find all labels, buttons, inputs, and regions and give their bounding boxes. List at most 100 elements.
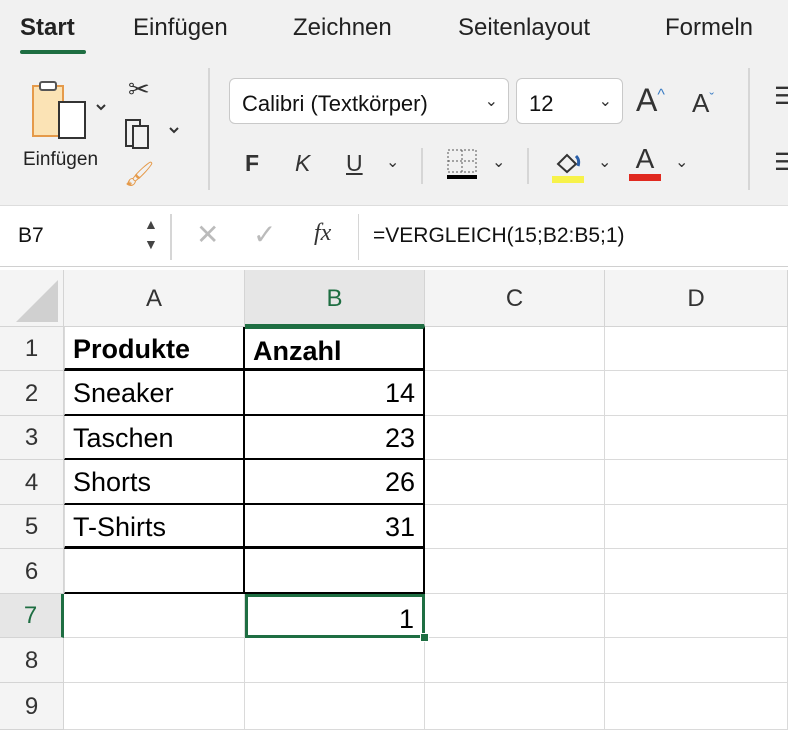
row-header-1[interactable]: 1	[0, 327, 64, 371]
cell-A7[interactable]	[64, 594, 245, 638]
cell-B6[interactable]	[245, 549, 425, 594]
formula-input[interactable]: =VERGLEICH(15;B2:B5;1)	[373, 224, 625, 248]
cell-A6[interactable]	[64, 549, 245, 594]
row-header-8[interactable]: 8	[0, 638, 64, 683]
row-header-2[interactable]: 2	[0, 371, 64, 416]
row-header-5[interactable]: 5	[0, 505, 64, 549]
chevron-down-icon: ⌄	[598, 93, 612, 110]
paste-label: Einfügen	[23, 149, 99, 170]
font-size-value: 12	[529, 91, 554, 116]
active-tab-indicator	[20, 50, 86, 54]
column-header-D[interactable]: D	[605, 270, 788, 327]
cell-B2[interactable]: 14	[245, 371, 425, 416]
chevron-down-icon[interactable]: ⌄	[492, 152, 505, 172]
borders-icon	[447, 149, 477, 179]
divider	[748, 68, 750, 190]
cell-D4[interactable]	[605, 460, 788, 505]
shrink-font-button[interactable]: Aˇ	[692, 88, 714, 119]
copy-button[interactable]	[124, 118, 184, 157]
cell-B9[interactable]	[245, 683, 425, 730]
cell-A4[interactable]: Shorts	[64, 460, 245, 505]
cell-B5[interactable]: 31	[245, 505, 425, 549]
cell-B4[interactable]: 26	[245, 460, 425, 505]
cell-A9[interactable]	[64, 683, 245, 730]
borders-button[interactable]	[447, 149, 481, 188]
align-icon[interactable]: ☰	[774, 82, 788, 111]
font-name-value: Calibri (Textkörper)	[242, 91, 428, 116]
confirm-icon[interactable]: ✓	[253, 218, 276, 251]
cell-D5[interactable]	[605, 505, 788, 549]
copy-icon	[125, 119, 179, 149]
chevron-down-icon[interactable]: ⌄	[675, 152, 688, 172]
formula-bar: B7 ▲ ▼ ✕ ✓ fx =VERGLEICH(15;B2:B5;1)	[0, 205, 788, 267]
cell-A2[interactable]: Sneaker	[64, 371, 245, 416]
name-box[interactable]: B7	[18, 224, 44, 248]
cell-A1[interactable]: Produkte	[64, 327, 245, 371]
cell-D8[interactable]	[605, 638, 788, 683]
row-header-9[interactable]: 9	[0, 683, 64, 730]
clipboard-icon	[32, 81, 106, 139]
cell-C3[interactable]	[425, 416, 605, 460]
italic-button[interactable]: K	[295, 150, 310, 177]
font-name-select[interactable]: Calibri (Textkörper) ⌄	[229, 78, 509, 124]
cell-B7[interactable]: 1	[245, 594, 425, 638]
ribbon-area: Start Einfügen Zeichnen Seitenlayout For…	[0, 0, 788, 205]
divider	[208, 68, 210, 190]
name-box-stepper[interactable]: ▲ ▼	[144, 214, 158, 254]
divider	[358, 214, 359, 260]
underline-button[interactable]: U	[346, 150, 363, 177]
cell-C1[interactable]	[425, 327, 605, 371]
chevron-down-icon[interactable]: ⌄	[386, 152, 399, 172]
cell-C5[interactable]	[425, 505, 605, 549]
cell-D2[interactable]	[605, 371, 788, 416]
tab-formeln[interactable]: Formeln	[665, 14, 753, 42]
tab-seitenlayout[interactable]: Seitenlayout	[458, 14, 590, 42]
cell-D6[interactable]	[605, 549, 788, 594]
row-header-7[interactable]: 7	[0, 594, 64, 638]
grow-font-button[interactable]: A^	[636, 82, 665, 119]
tab-zeichnen[interactable]: Zeichnen	[293, 14, 392, 42]
chevron-down-icon[interactable]: ⌄	[598, 152, 611, 172]
font-color-button[interactable]: A	[629, 144, 661, 181]
cell-B1[interactable]: Anzahl	[245, 327, 425, 371]
align-icon[interactable]: ☰	[774, 148, 788, 177]
cell-C9[interactable]	[425, 683, 605, 730]
cell-C8[interactable]	[425, 638, 605, 683]
cell-C7[interactable]	[425, 594, 605, 638]
font-size-select[interactable]: 12 ⌄	[516, 78, 623, 124]
cell-C2[interactable]	[425, 371, 605, 416]
cell-B3[interactable]: 23	[245, 416, 425, 460]
row-header-4[interactable]: 4	[0, 460, 64, 505]
cell-D7[interactable]	[605, 594, 788, 638]
bold-button[interactable]: F	[245, 150, 259, 177]
cell-D3[interactable]	[605, 416, 788, 460]
cut-icon[interactable]: ✂	[128, 74, 150, 105]
cell-D1[interactable]	[605, 327, 788, 371]
chevron-down-icon: ⌄	[484, 93, 498, 110]
divider	[421, 148, 423, 184]
cell-A8[interactable]	[64, 638, 245, 683]
column-header-A[interactable]: A	[64, 270, 245, 327]
fill-handle[interactable]	[420, 633, 429, 642]
cancel-icon[interactable]: ✕	[196, 218, 219, 251]
tab-einfuegen[interactable]: Einfügen	[133, 14, 228, 42]
fill-color-button[interactable]	[552, 148, 586, 189]
column-header-B[interactable]: B	[245, 270, 425, 327]
function-icon[interactable]: fx	[314, 220, 331, 247]
cell-D9[interactable]	[605, 683, 788, 730]
paint-bucket-icon	[552, 153, 584, 183]
cell-C6[interactable]	[425, 549, 605, 594]
select-all-button[interactable]	[0, 270, 64, 327]
tab-start[interactable]: Start	[20, 14, 75, 42]
row-header-6[interactable]: 6	[0, 549, 64, 594]
cell-A3[interactable]: Taschen	[64, 416, 245, 460]
row-header-3[interactable]: 3	[0, 416, 64, 460]
divider	[527, 148, 529, 184]
cell-A5[interactable]: T-Shirts	[64, 505, 245, 549]
divider	[170, 214, 172, 260]
cell-C4[interactable]	[425, 460, 605, 505]
paste-button[interactable]	[22, 78, 112, 153]
format-painter-icon[interactable]: 🖌	[124, 160, 154, 189]
column-header-C[interactable]: C	[425, 270, 605, 327]
cell-B8[interactable]	[245, 638, 425, 683]
